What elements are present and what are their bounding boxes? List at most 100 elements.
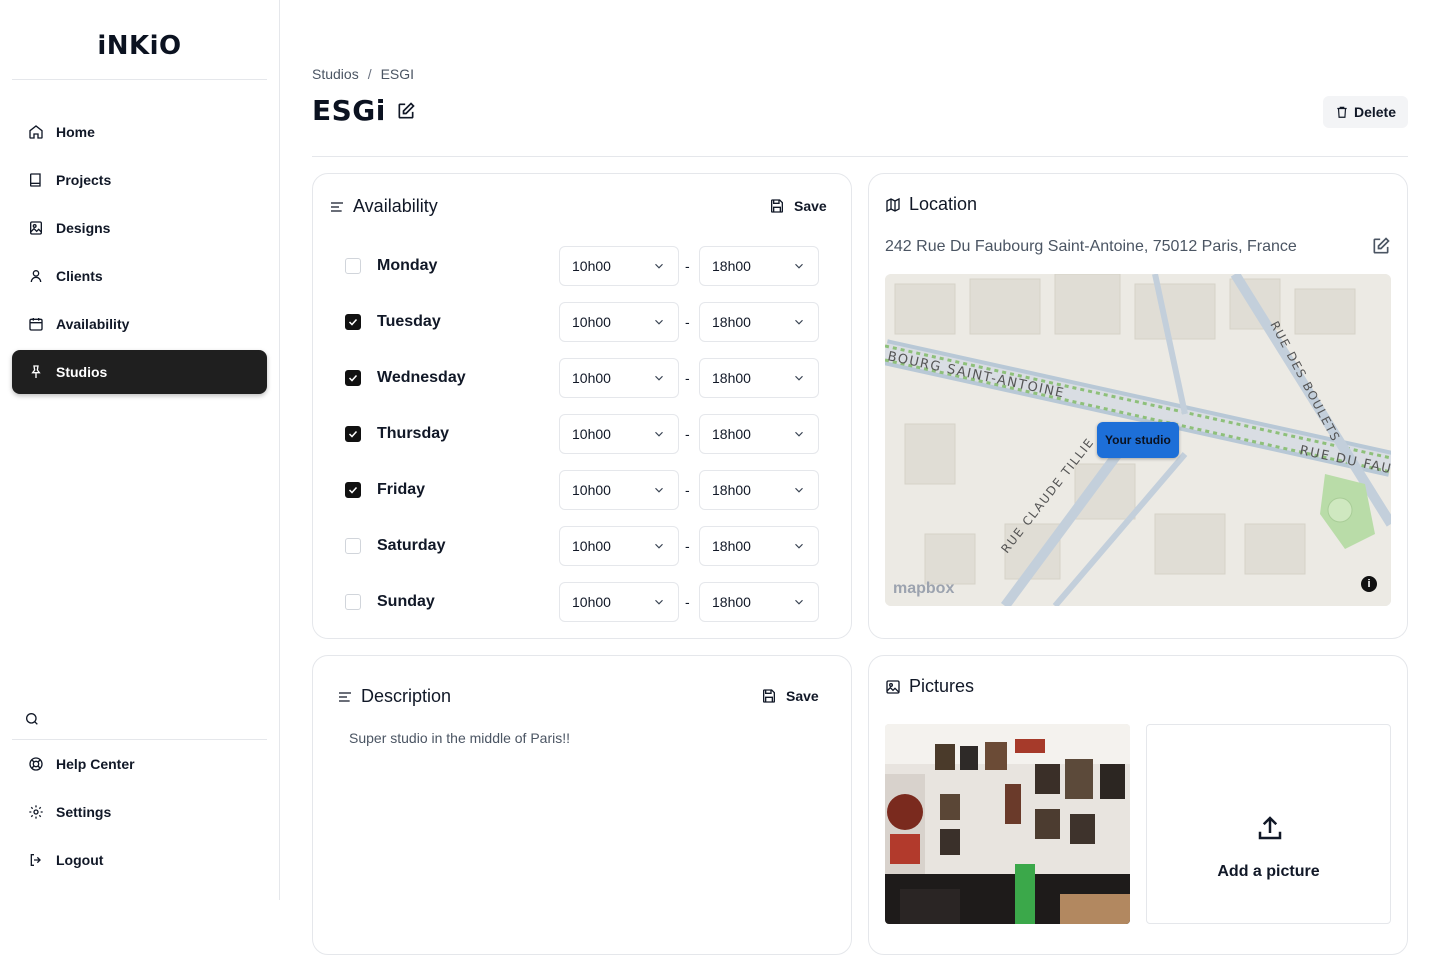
brand-logo[interactable]: iNKiO — [12, 26, 267, 80]
sidebar-item-availability[interactable]: Availability — [12, 302, 267, 346]
start-time-value: 10h00 — [572, 370, 611, 386]
delete-button[interactable]: Delete — [1322, 96, 1408, 128]
info-icon[interactable]: i — [1361, 576, 1377, 592]
start-time-value: 10h00 — [572, 314, 611, 330]
location-header: Location — [885, 194, 977, 215]
chevron-down-icon — [795, 375, 803, 381]
chevron-down-icon — [655, 263, 663, 269]
end-time-value: 18h00 — [712, 594, 751, 610]
chevron-down-icon — [655, 431, 663, 437]
breadcrumb-separator: / — [367, 66, 372, 82]
start-time-select[interactable]: 10h00 — [559, 470, 679, 510]
logo-text: iNKiO — [97, 31, 182, 61]
breadcrumb: Studios / ESGI — [312, 66, 414, 82]
day-checkbox[interactable] — [345, 482, 361, 498]
page-title: ESGi — [312, 94, 386, 127]
edit-title-icon[interactable] — [396, 101, 416, 121]
end-time-select[interactable]: 18h00 — [699, 582, 819, 622]
end-time-select[interactable]: 18h00 — [699, 246, 819, 286]
chevron-down-icon — [795, 599, 803, 605]
start-time-select[interactable]: 10h00 — [559, 302, 679, 342]
add-picture-label: Add a picture — [1217, 863, 1320, 880]
end-time-select[interactable]: 18h00 — [699, 470, 819, 510]
end-time-select[interactable]: 18h00 — [699, 302, 819, 342]
day-row-friday: Friday 10h00 - 18h00 — [345, 470, 821, 510]
breadcrumb-root[interactable]: Studios — [312, 66, 359, 82]
end-time-select[interactable]: 18h00 — [699, 414, 819, 454]
sidebar-item-settings[interactable]: Settings — [12, 790, 267, 834]
sidebar-item-clients[interactable]: Clients — [12, 254, 267, 298]
chevron-down-icon — [795, 319, 803, 325]
chevron-down-icon — [655, 543, 663, 549]
sidebar-bottom-nav: Help Center Settings Logout — [12, 742, 267, 886]
chevron-down-icon — [655, 319, 663, 325]
start-time-select[interactable]: 10h00 — [559, 582, 679, 622]
day-name: Friday — [377, 481, 426, 498]
sidebar-item-logout[interactable]: Logout — [12, 838, 267, 882]
chevron-down-icon — [795, 543, 803, 549]
sidebar-search[interactable] — [12, 698, 267, 740]
end-time-value: 18h00 — [712, 538, 751, 554]
range-separator: - — [685, 370, 690, 386]
sidebar-item-label: Availability — [56, 316, 130, 332]
edit-address-icon[interactable] — [1371, 236, 1391, 256]
sidebar-item-help-center[interactable]: Help Center — [12, 742, 267, 786]
studio-marker[interactable]: Your studio — [1097, 422, 1179, 458]
location-map[interactable]: BOURG SAINT-ANTOINE RUE DES BOULETS RUE … — [885, 274, 1391, 606]
lifebuoy-icon — [28, 756, 44, 772]
availability-title: Availability — [353, 196, 438, 216]
day-name: Saturday — [377, 537, 446, 554]
day-checkbox[interactable] — [345, 370, 361, 386]
search-icon — [24, 711, 40, 727]
sidebar-item-studios[interactable]: Studios — [12, 350, 267, 394]
sidebar-item-designs[interactable]: Designs — [12, 206, 267, 250]
end-time-value: 18h00 — [712, 314, 751, 330]
start-time-select[interactable]: 10h00 — [559, 358, 679, 398]
description-textarea[interactable]: Super studio in the middle of Paris!! — [349, 730, 570, 746]
description-save-button[interactable]: Save — [761, 688, 819, 704]
check-icon — [348, 430, 358, 438]
day-checkbox[interactable] — [345, 594, 361, 610]
add-picture-button[interactable]: Add a picture — [1146, 724, 1391, 924]
calendar-icon — [28, 316, 44, 332]
day-row-thursday: Thursday 10h00 - 18h00 — [345, 414, 821, 454]
day-checkbox[interactable] — [345, 426, 361, 442]
range-separator: - — [685, 258, 690, 274]
start-time-value: 10h00 — [572, 258, 611, 274]
day-row-wednesday: Wednesday 10h00 - 18h00 — [345, 358, 821, 398]
gear-icon — [28, 804, 44, 820]
start-time-select[interactable]: 10h00 — [559, 526, 679, 566]
availability-card: Availability Save Monday 10h00 - 18h00 T… — [312, 173, 852, 639]
upload-icon — [1258, 816, 1282, 840]
save-icon — [763, 689, 775, 703]
main-content: Studios / ESGI ESGi Delete Availability Sa… — [312, 0, 1408, 955]
availability-save-button[interactable]: Save — [769, 198, 827, 214]
image-icon — [28, 220, 44, 236]
sidebar-item-label: Clients — [56, 268, 103, 284]
end-time-value: 18h00 — [712, 258, 751, 274]
start-time-select[interactable]: 10h00 — [559, 414, 679, 454]
start-time-value: 10h00 — [572, 594, 611, 610]
studio-picture[interactable] — [885, 724, 1130, 924]
day-checkbox[interactable] — [345, 258, 361, 274]
end-time-select[interactable]: 18h00 — [699, 358, 819, 398]
description-card: Description Save Super studio in the mid… — [312, 655, 852, 955]
day-checkbox[interactable] — [345, 538, 361, 554]
end-time-value: 18h00 — [712, 370, 751, 386]
end-time-select[interactable]: 18h00 — [699, 526, 819, 566]
start-time-value: 10h00 — [572, 426, 611, 442]
mapbox-logo[interactable]: mapbox — [893, 580, 954, 598]
chevron-down-icon — [795, 263, 803, 269]
start-time-select[interactable]: 10h00 — [559, 246, 679, 286]
day-checkbox[interactable] — [345, 314, 361, 330]
sidebar-item-label: Settings — [56, 804, 112, 820]
sidebar-item-label: Designs — [56, 220, 111, 236]
align-left-icon — [331, 201, 343, 212]
sidebar-item-home[interactable]: Home — [12, 110, 267, 154]
sidebar-item-projects[interactable]: Projects — [12, 158, 267, 202]
range-separator: - — [685, 538, 690, 554]
range-separator: - — [685, 482, 690, 498]
book-icon — [28, 172, 44, 188]
header-divider — [312, 156, 1408, 157]
day-name: Tuesday — [377, 313, 441, 330]
